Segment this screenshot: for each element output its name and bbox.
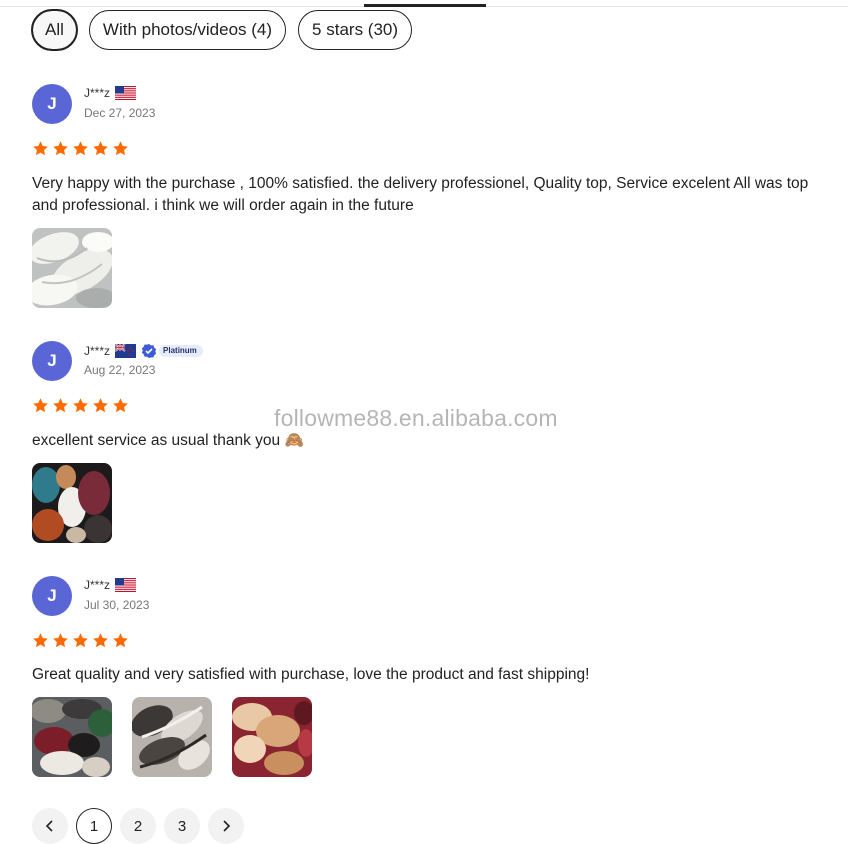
- review-item: J J***z Jul 30, 2023 Great quality and v…: [32, 576, 822, 786]
- star-icon: [72, 140, 89, 157]
- avatar: J: [32, 576, 72, 616]
- review-header: J J***z Dec 27, 2023: [32, 84, 432, 124]
- review-text: excellent service as usual thank you 🙈: [32, 432, 304, 449]
- filter-with-photos[interactable]: With photos/videos (4): [88, 10, 287, 50]
- reviewer-name: J***z: [84, 86, 111, 100]
- watermark: followme88.en.alibaba.com: [274, 405, 558, 431]
- avatar: J: [32, 84, 72, 124]
- review-photo[interactable]: [32, 697, 112, 777]
- nz-flag-icon: [115, 344, 136, 358]
- avatar: J: [32, 341, 72, 381]
- review-item: J J***z Dec 27, 2023 Very happy with the…: [32, 84, 822, 314]
- filter-all[interactable]: All: [31, 9, 78, 51]
- review-item: J J***z Platinum Aug 22, 2023 excellent …: [32, 341, 822, 551]
- star-icon: [112, 632, 129, 649]
- reviewer-info: J***z Platinum: [84, 343, 203, 359]
- star-rating: [32, 632, 129, 649]
- reviewer-info: J***z: [84, 578, 136, 592]
- review-photos: [32, 228, 112, 308]
- star-icon: [52, 397, 69, 414]
- star-rating: [32, 397, 129, 414]
- us-flag-icon: [115, 86, 136, 100]
- badge-label: Platinum: [159, 345, 203, 357]
- review-photo[interactable]: [132, 697, 212, 777]
- filter-5-stars[interactable]: 5 stars (30): [298, 10, 413, 50]
- review-date: Dec 27, 2023: [84, 106, 156, 120]
- review-date: Aug 22, 2023: [84, 363, 156, 377]
- reviewer-name: J***z: [84, 578, 111, 592]
- us-flag-icon: [115, 578, 136, 592]
- star-icon: [92, 632, 109, 649]
- review-photo[interactable]: [232, 697, 312, 777]
- review-date: Jul 30, 2023: [84, 598, 150, 612]
- review-text: Great quality and very satisfied with pu…: [32, 666, 590, 683]
- star-icon: [112, 140, 129, 157]
- platinum-badge: Platinum: [141, 343, 203, 359]
- reviewer-info: J***z: [84, 86, 136, 100]
- review-photo[interactable]: [32, 463, 112, 543]
- star-icon: [92, 397, 109, 414]
- star-rating: [32, 140, 129, 157]
- review-header: J J***z Jul 30, 2023: [32, 576, 432, 616]
- star-icon: [52, 632, 69, 649]
- review-text: Very happy with the purchase , 100% sati…: [32, 175, 809, 214]
- star-icon: [72, 632, 89, 649]
- chevron-left-icon: [45, 820, 53, 832]
- review-filters: All With photos/videos (4) 5 stars (30): [31, 9, 413, 51]
- star-icon: [32, 632, 49, 649]
- star-icon: [92, 140, 109, 157]
- reviewer-name: J***z: [84, 344, 111, 358]
- star-icon: [32, 397, 49, 414]
- chevron-right-icon: [223, 820, 231, 832]
- review-photos: [32, 463, 112, 543]
- review-header: J J***z Platinum Aug 22, 2023: [32, 341, 432, 381]
- star-icon: [52, 140, 69, 157]
- star-icon: [72, 397, 89, 414]
- star-icon: [32, 140, 49, 157]
- review-photos: [32, 697, 312, 777]
- star-icon: [112, 397, 129, 414]
- verified-icon: [141, 344, 157, 358]
- review-photo[interactable]: [32, 228, 112, 308]
- active-tab-indicator: [364, 4, 486, 7]
